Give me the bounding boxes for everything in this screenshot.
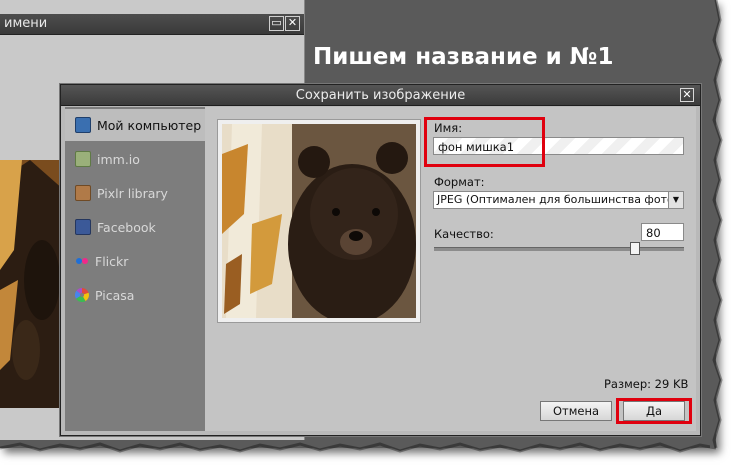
dialog-titlebar: Сохранить изображение ✕ xyxy=(61,85,700,106)
cancel-button[interactable]: Отмена xyxy=(540,401,612,421)
dialog-title: Сохранить изображение xyxy=(295,88,466,103)
ok-button[interactable]: Да xyxy=(623,401,685,421)
minimize-icon[interactable]: ▭ xyxy=(269,16,284,31)
format-select[interactable]: JPEG (Оптимален для большинства фото ▼ xyxy=(433,191,684,209)
bear-image-fragment xyxy=(0,160,64,408)
instruction-heading: Пишем название и №1 xyxy=(313,44,614,70)
bear-cub-image xyxy=(222,124,416,318)
sidebar-item-pixlr-library[interactable]: Pixlr library xyxy=(65,177,205,209)
sidebar-item-my-computer[interactable]: Мой компьютер xyxy=(65,109,205,141)
background-canvas-image xyxy=(0,160,64,408)
sidebar-item-label: imm.io xyxy=(97,151,140,167)
background-window-titlebar: имени ▭ ✕ xyxy=(0,14,304,35)
quality-slider-track[interactable] xyxy=(434,247,684,251)
sidebar-item-imm-io[interactable]: imm.io xyxy=(65,143,205,175)
sidebar-item-picasa[interactable]: Picasa xyxy=(65,279,205,311)
flickr-icon xyxy=(75,254,89,268)
sidebar-item-label: Flickr xyxy=(95,253,129,269)
quality-input[interactable]: 80 xyxy=(641,223,684,241)
preview-photo xyxy=(222,124,416,318)
save-destination-sidebar: Мой компьютер imm.io Pixlr library Faceb… xyxy=(65,107,205,431)
image-icon xyxy=(75,151,91,167)
name-label: Имя: xyxy=(434,121,463,135)
format-select-value: JPEG (Оптимален для большинства фото xyxy=(437,193,674,206)
save-options-panel: Имя: фон мишка1 Формат: JPEG (Оптимален … xyxy=(205,107,696,431)
file-name-input[interactable]: фон мишка1 xyxy=(433,137,684,155)
close-icon[interactable]: ✕ xyxy=(285,16,300,31)
facebook-icon xyxy=(75,219,91,235)
quality-slider-handle[interactable] xyxy=(630,242,640,255)
library-icon xyxy=(75,185,91,201)
sidebar-item-label: Мой компьютер xyxy=(97,117,202,133)
screenshot-frame: имени ▭ ✕ Пишем название и №1 Сохранить … xyxy=(0,0,716,448)
save-image-dialog: Сохранить изображение ✕ Мой компьютер im… xyxy=(60,84,701,436)
format-label: Формат: xyxy=(434,175,485,189)
sidebar-item-label: Picasa xyxy=(95,287,135,303)
picasa-icon xyxy=(74,287,89,303)
file-size-text: Размер: 29 KB xyxy=(604,377,689,391)
computer-icon xyxy=(75,117,91,133)
quality-label: Качество: xyxy=(434,227,494,241)
background-window-title: имени xyxy=(4,16,48,31)
sidebar-item-flickr[interactable]: Flickr xyxy=(65,245,205,277)
chevron-down-icon[interactable]: ▼ xyxy=(668,192,683,208)
sidebar-item-facebook[interactable]: Facebook xyxy=(65,211,205,243)
sidebar-item-label: Facebook xyxy=(97,219,156,235)
image-preview xyxy=(217,119,421,323)
dialog-close-icon[interactable]: ✕ xyxy=(680,88,694,102)
sidebar-item-label: Pixlr library xyxy=(97,185,168,201)
